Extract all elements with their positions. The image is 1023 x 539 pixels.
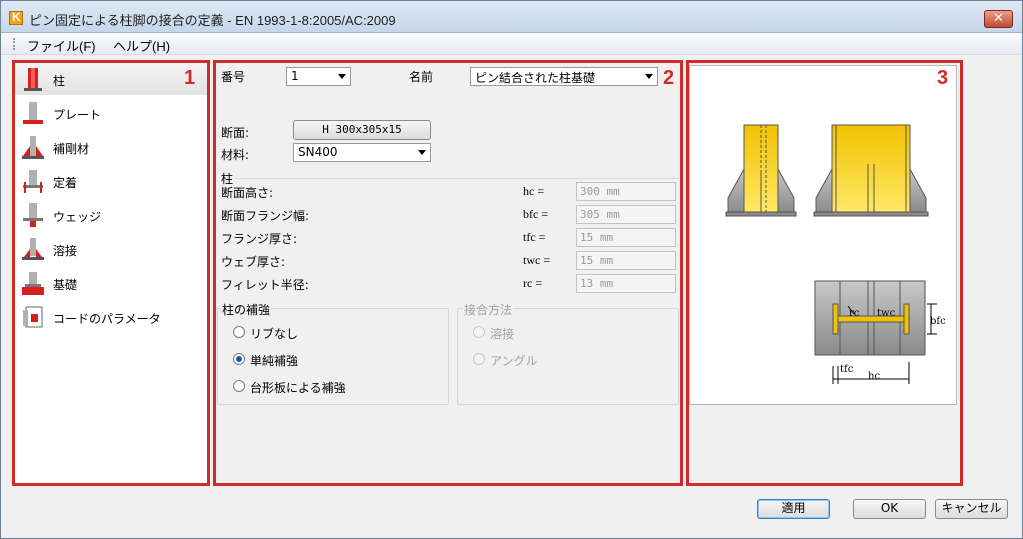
menu-file[interactable]: ファイル(F) bbox=[27, 36, 96, 55]
window-title: ピン固定による柱脚の接合の定義 - EN 1993-1-8:2005/AC:20… bbox=[29, 13, 396, 28]
region-2-number: 2 bbox=[663, 67, 675, 89]
ok-button[interactable]: OK bbox=[853, 499, 926, 519]
title-bar: ピン固定による柱脚の接合の定義 - EN 1993-1-8:2005/AC:20… bbox=[1, 1, 1022, 33]
cancel-button[interactable]: キャンセル bbox=[935, 499, 1008, 519]
menu-grip-icon bbox=[13, 38, 15, 50]
menu-help[interactable]: ヘルプ(H) bbox=[113, 36, 170, 55]
close-button[interactable]: ✕ bbox=[984, 10, 1013, 28]
region-2-box bbox=[213, 60, 683, 486]
app-logo-icon bbox=[9, 10, 23, 25]
apply-button[interactable]: 適用 bbox=[757, 499, 830, 519]
region-1-box bbox=[12, 60, 210, 486]
region-1-number: 1 bbox=[184, 67, 196, 89]
dialog-window: ピン固定による柱脚の接合の定義 - EN 1993-1-8:2005/AC:20… bbox=[0, 0, 1023, 539]
region-3-number: 3 bbox=[937, 67, 949, 89]
region-3-box bbox=[686, 60, 963, 486]
menu-bar: ファイル(F) ヘルプ(H) bbox=[1, 33, 1022, 55]
